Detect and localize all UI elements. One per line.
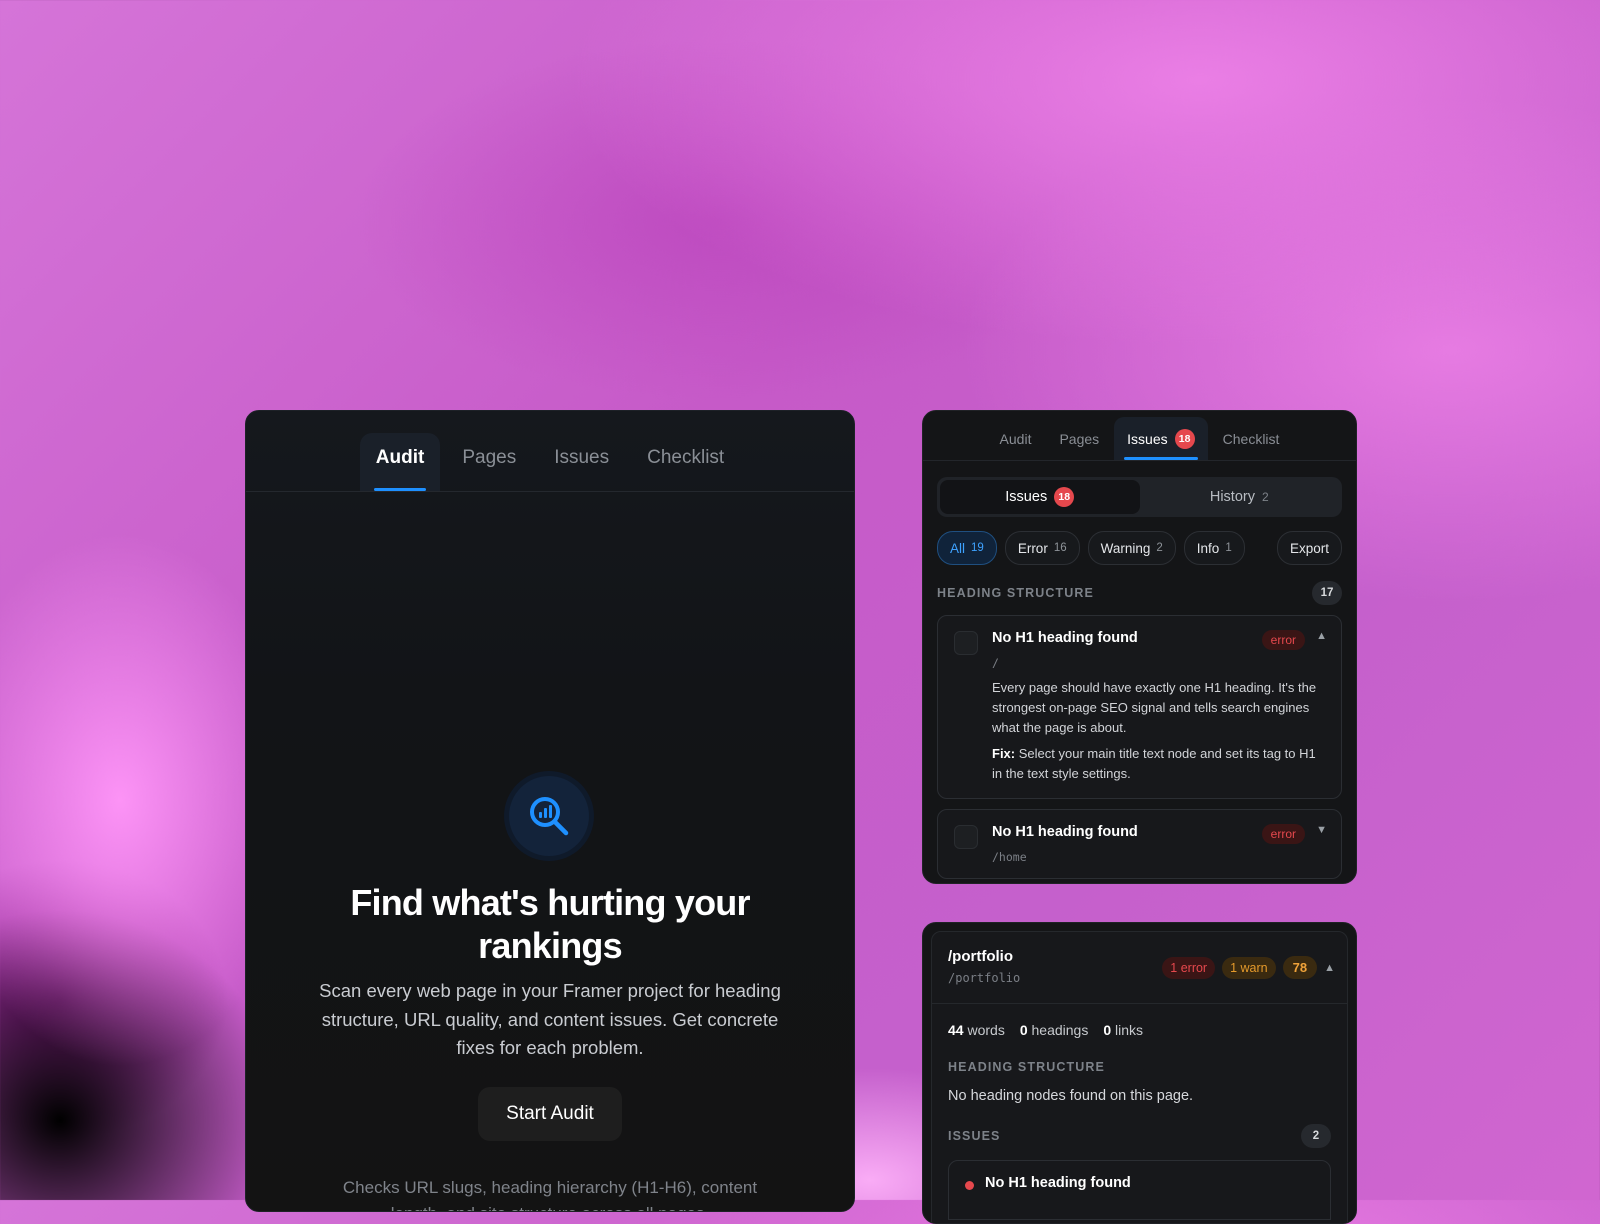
issues-label: ISSUES — [948, 1129, 1001, 1143]
issues-history-toggle: Issues 18 History 2 — [937, 477, 1342, 517]
page-detail-panel: /portfolio /portfolio 1 error 1 warn 78 … — [922, 922, 1357, 1224]
page-header[interactable]: /portfolio /portfolio 1 error 1 warn 78 … — [932, 932, 1347, 1004]
score-badge: 78 — [1282, 956, 1318, 979]
filter-count: 19 — [971, 542, 984, 554]
audit-panel: Audit Pages Issues Checklist Find what's… — [245, 410, 855, 1212]
segment-label: Issues — [1005, 489, 1048, 505]
issue-checkbox[interactable] — [954, 825, 978, 849]
issue-path: / — [992, 656, 999, 670]
filter-count: 2 — [1156, 542, 1163, 554]
start-audit-button[interactable]: Start Audit — [478, 1087, 622, 1141]
issue-checkbox[interactable] — [954, 631, 978, 655]
fix-text: Select your main title text node and set… — [992, 746, 1316, 781]
tab-audit[interactable]: Audit — [359, 433, 441, 491]
tab-label: Audit — [999, 430, 1032, 447]
chevron-up-icon[interactable]: ▲ — [1324, 962, 1335, 974]
filter-label: All — [950, 540, 966, 556]
segment-label: History — [1209, 489, 1255, 505]
hero-footnote: Checks URL slugs, heading hierarchy (H1-… — [342, 1178, 758, 1211]
issues-count: 2 — [1301, 1124, 1331, 1148]
issue-card[interactable]: No H1 heading found error ▼ /home — [937, 809, 1342, 879]
stat-label: links — [1115, 1022, 1144, 1038]
issue-path: /home — [992, 850, 1027, 864]
tab-issues[interactable]: Issues 18 — [1114, 417, 1208, 460]
page-issue-title: No H1 heading found — [985, 1175, 1131, 1191]
severity-filters: All 19 Error 16 Warning 2 Info 1 Export — [937, 531, 1342, 565]
issue-card[interactable]: No H1 heading found error ▲ / Every page… — [937, 615, 1342, 799]
filter-label: Warning — [1100, 540, 1151, 556]
segment-issues[interactable]: Issues 18 — [940, 480, 1140, 514]
filter-warning[interactable]: Warning 2 — [1087, 531, 1176, 565]
issues-panel: Audit Pages Issues 18 Checklist Issues 1… — [922, 410, 1357, 884]
stat-value: 0 — [1103, 1022, 1112, 1038]
segment-count-badge: 18 — [1054, 487, 1075, 507]
tab-label: Issues — [1127, 430, 1168, 447]
tab-label: Checklist — [1222, 430, 1280, 447]
tab-label: Pages — [1059, 430, 1100, 447]
chevron-down-icon[interactable]: ▼ — [1316, 824, 1327, 836]
tab-checklist[interactable]: Checklist — [631, 433, 740, 491]
page-issue-item[interactable]: No H1 heading found — [948, 1160, 1331, 1220]
filter-count: 1 — [1225, 542, 1232, 554]
error-dot-icon — [965, 1181, 974, 1190]
filter-label: Info — [1196, 540, 1220, 556]
search-chart-icon — [509, 776, 589, 856]
issues-tab-bar: Audit Pages Issues 18 Checklist — [923, 411, 1356, 461]
stat-links: 0 links — [1103, 1022, 1143, 1038]
stat-label: headings — [1031, 1022, 1089, 1038]
chevron-up-icon[interactable]: ▲ — [1316, 630, 1327, 642]
issues-count-badge: 18 — [1174, 428, 1195, 449]
severity-badge: error — [1261, 824, 1305, 844]
issue-fix: Fix: Select your main title text node an… — [992, 744, 1327, 784]
section-label: HEADING STRUCTURE — [937, 586, 1094, 600]
audit-tab-bar: Audit Pages Issues Checklist — [246, 411, 854, 492]
stat-label: words — [967, 1022, 1005, 1038]
filter-error[interactable]: Error 16 — [1004, 531, 1080, 565]
page-badges: 1 error 1 warn 78 ▲ — [1162, 956, 1335, 979]
tab-pages[interactable]: Pages — [1046, 417, 1112, 460]
filter-count: 16 — [1053, 542, 1067, 554]
page-stats: 44 words 0 headings 0 links — [948, 1022, 1331, 1038]
hero-description: Scan every web page in your Framer proje… — [319, 980, 781, 1058]
heading-structure-label: HEADING STRUCTURE — [948, 1060, 1105, 1074]
segment-count: 2 — [1261, 490, 1269, 504]
page-card: /portfolio /portfolio 1 error 1 warn 78 … — [931, 931, 1348, 1223]
error-count-badge: 1 error — [1162, 956, 1216, 979]
tab-pages[interactable]: Pages — [446, 433, 532, 491]
heading-structure-text: No heading nodes found on this page. — [948, 1088, 1194, 1104]
stat-value: 44 — [948, 1022, 964, 1038]
section-count: 17 — [1312, 581, 1342, 605]
issue-description: Every page should have exactly one H1 he… — [992, 680, 1317, 735]
section-header: HEADING STRUCTURE 17 — [937, 581, 1342, 605]
segment-history[interactable]: History 2 — [1140, 480, 1340, 514]
stat-value: 0 — [1019, 1022, 1028, 1038]
tab-audit[interactable]: Audit — [987, 417, 1045, 460]
severity-badge: error — [1261, 630, 1305, 650]
hero-title: Find what's hurting your rankings — [350, 882, 750, 966]
stat-words: 44 words — [948, 1022, 1005, 1038]
fix-label: Fix: — [992, 746, 1016, 761]
filter-all[interactable]: All 19 — [937, 531, 997, 565]
stat-headings: 0 headings — [1020, 1022, 1089, 1038]
warning-count-badge: 1 warn — [1222, 956, 1276, 979]
issues-section-header: ISSUES 2 — [948, 1124, 1331, 1148]
filter-info[interactable]: Info 1 — [1183, 531, 1245, 565]
tab-checklist[interactable]: Checklist — [1210, 417, 1293, 460]
export-button[interactable]: Export — [1276, 531, 1342, 565]
filter-label: Error — [1017, 540, 1048, 556]
tab-issues[interactable]: Issues — [538, 433, 625, 491]
